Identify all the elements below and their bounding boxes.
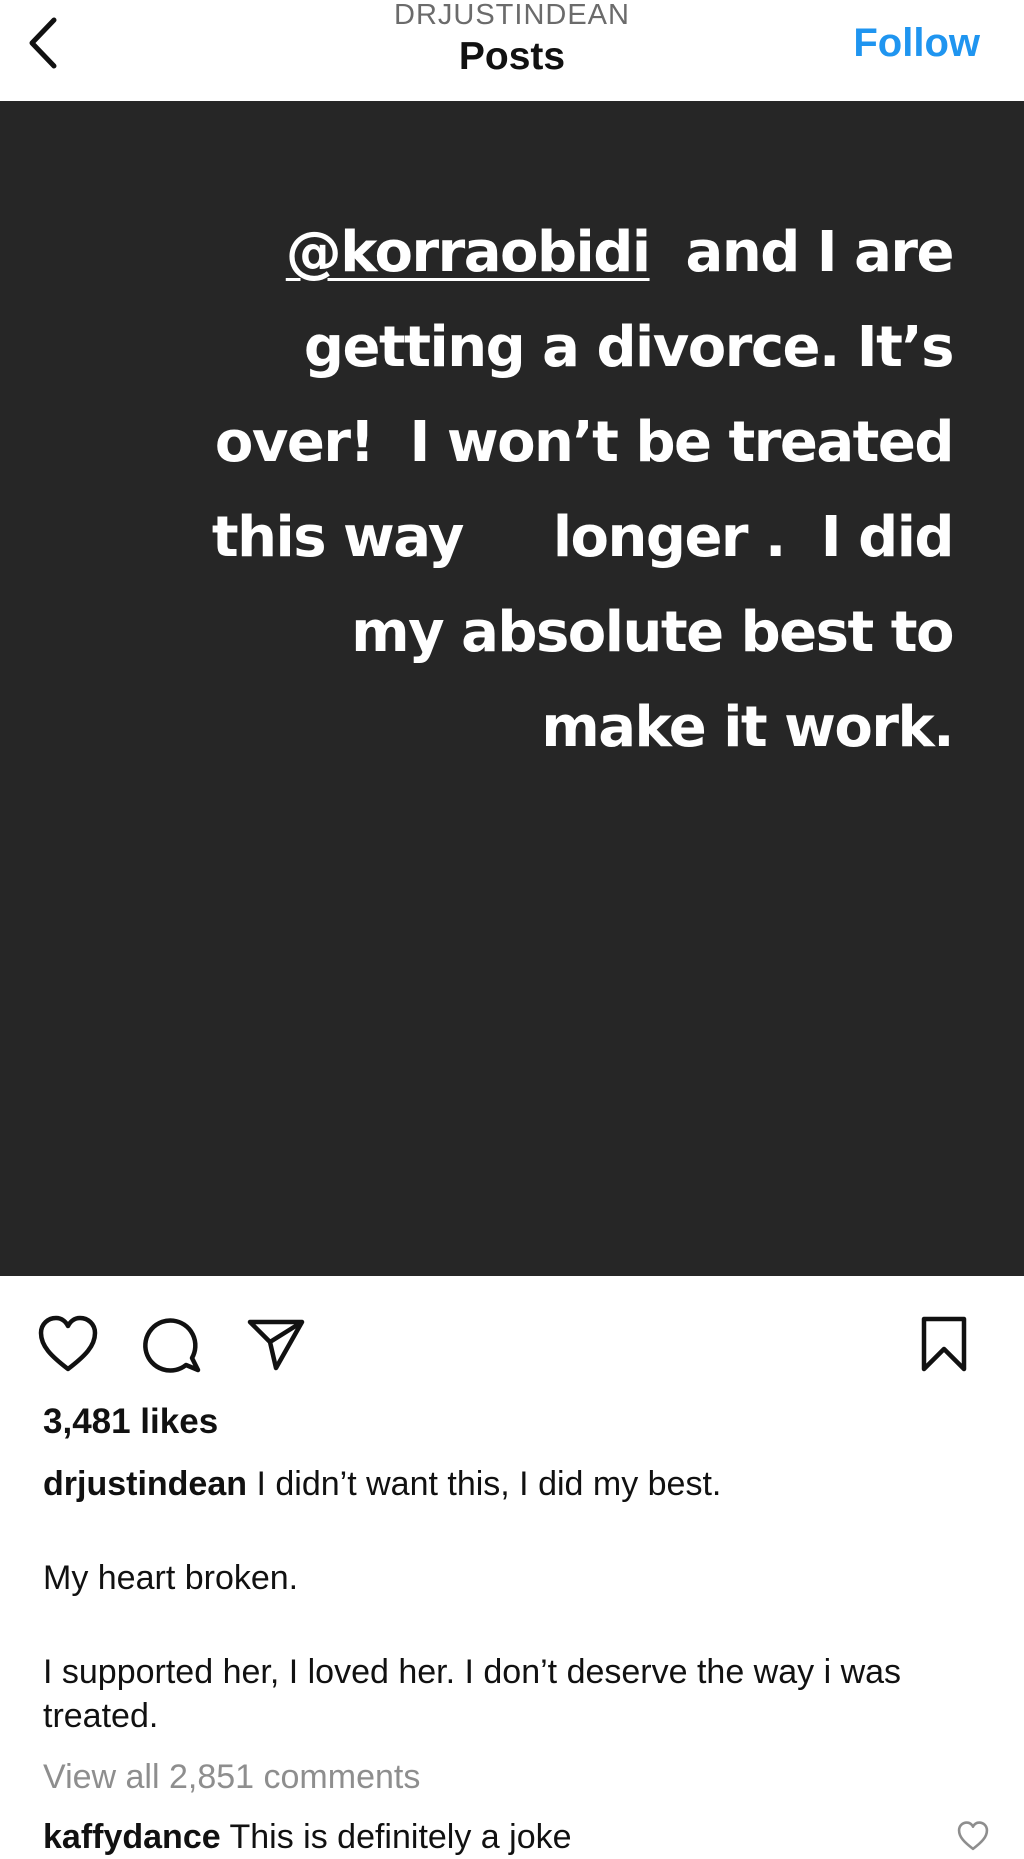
top-bar: DRJUSTINDEAN Posts Follow [0,0,1024,101]
view-all-comments-link[interactable]: View all 2,851 comments [43,1755,420,1799]
post-caption: drjustindean I didn’t want this, I did m… [43,1462,983,1738]
comment-username[interactable]: kaffydance [43,1818,221,1856]
share-button[interactable] [244,1314,308,1378]
like-button[interactable] [36,1314,100,1378]
post-action-bar [0,1276,1024,1406]
post-text-line: @korraobidi and I are [285,220,955,285]
post-text-line: my absolute best to [351,600,954,665]
likes-count[interactable]: 3,481 likes [43,1400,218,1444]
paper-plane-icon [246,1316,306,1377]
post-mention: @korraobidi [285,220,651,285]
comment-item: kaffydance This is definitely a joke [43,1815,572,1859]
comment-button[interactable] [140,1314,204,1378]
post-text-line: getting a divorce. It’s [303,315,955,380]
comment-like-button[interactable] [955,1820,991,1856]
post-text-line: this way longer . I did [211,505,955,570]
post-text-line: make it work. [541,695,954,760]
heart-outline-icon [957,1820,989,1856]
caption-paragraph: My heart broken. [43,1559,299,1597]
bookmark-icon [919,1315,969,1378]
caption-author[interactable]: drjustindean [43,1465,247,1503]
caption-paragraph: I supported her, I loved her. I don’t de… [43,1653,902,1735]
comment-text: This is definitely a joke [229,1818,572,1856]
follow-button[interactable]: Follow [853,18,980,68]
post-text-line: over! I won’t be treated [214,410,955,475]
post-image-text: @korraobidi and I are getting a divorce.… [93,205,955,775]
save-button[interactable] [912,1314,976,1378]
heart-icon [37,1315,99,1378]
caption-text: I didn’t want this, I did my best. [256,1465,722,1503]
caption-first-line: drjustindean I didn’t want this, I did m… [43,1462,983,1506]
comment-bubble-icon [142,1314,202,1379]
